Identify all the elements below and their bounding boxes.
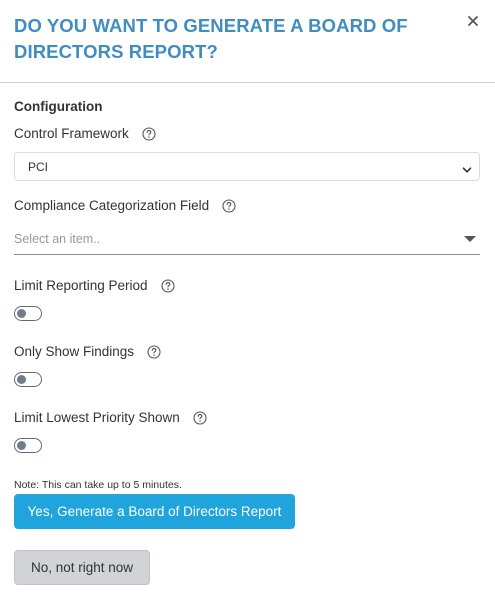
toggle-knob [17,441,26,450]
toggle-knob [17,309,26,318]
compliance-field-label: Compliance Categorization Field [14,198,210,213]
question-circle-icon[interactable] [147,344,161,359]
only-show-findings-toggle[interactable] [14,372,42,387]
configuration-heading: Configuration [14,99,103,114]
compliance-field-dropdown[interactable]: Select an item.. [14,227,480,255]
toggle-knob [17,375,26,384]
control-framework-select[interactable]: PCI [14,152,480,181]
generate-report-dialog: DO YOU WANT TO GENERATE A BOARD OF DIREC… [0,0,495,599]
limit-reporting-period-label: Limit Reporting Period [14,278,148,293]
caret-down-icon [464,236,476,242]
control-framework-label: Control Framework [14,126,129,141]
control-framework-value: PCI [28,160,49,174]
dialog-title: DO YOU WANT TO GENERATE A BOARD OF DIREC… [14,15,408,62]
chevron-down-icon [462,162,472,173]
question-circle-icon[interactable] [193,410,207,425]
question-circle-icon[interactable] [222,198,236,213]
generate-report-button[interactable]: Yes, Generate a Board of Directors Repor… [14,494,295,529]
limit-lowest-priority-label: Limit Lowest Priority Shown [14,410,180,425]
cancel-button[interactable]: No, not right now [14,550,150,585]
compliance-field-label-row: Compliance Categorization Field [14,198,236,213]
limit-reporting-period-toggle[interactable] [14,306,42,321]
close-icon[interactable] [466,14,480,28]
question-circle-icon[interactable] [161,278,175,293]
only-show-findings-label-row: Only Show Findings [14,344,161,359]
only-show-findings-label: Only Show Findings [14,344,135,359]
duration-note: Note: This can take up to 5 minutes. [14,479,182,491]
limit-reporting-period-label-row: Limit Reporting Period [14,278,175,293]
compliance-field-placeholder: Select an item.. [14,232,101,246]
limit-lowest-priority-label-row: Limit Lowest Priority Shown [14,410,207,425]
question-circle-icon[interactable] [142,126,156,141]
dialog-header: DO YOU WANT TO GENERATE A BOARD OF DIREC… [0,0,495,83]
limit-lowest-priority-toggle[interactable] [14,438,42,453]
control-framework-label-row: Control Framework [14,126,156,141]
